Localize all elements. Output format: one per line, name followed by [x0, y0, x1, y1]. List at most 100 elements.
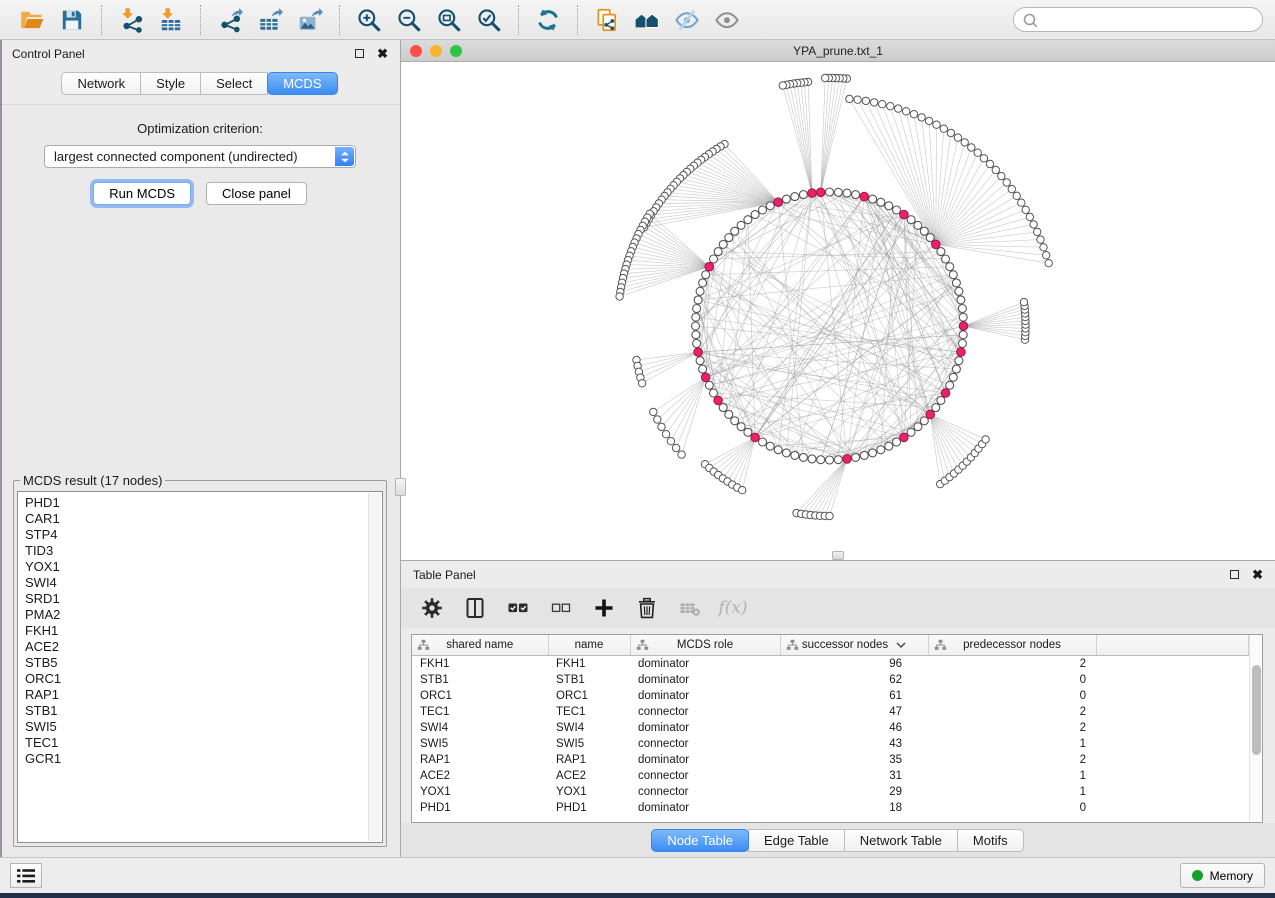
- minimize-window-icon[interactable]: [430, 45, 442, 57]
- search-box[interactable]: [1013, 7, 1263, 32]
- import-network-button[interactable]: [111, 3, 151, 37]
- cell[interactable]: dominator: [630, 656, 780, 673]
- column-header-successor-nodes[interactable]: successor nodes: [780, 635, 928, 656]
- mcds-result-item[interactable]: SWI5: [25, 719, 368, 735]
- mcds-result-item[interactable]: STB1: [25, 703, 368, 719]
- export-table-button[interactable]: [250, 3, 290, 37]
- mcds-result-item[interactable]: SWI4: [25, 575, 368, 591]
- cell[interactable]: 29: [780, 784, 928, 800]
- cell[interactable]: YOX1: [548, 784, 630, 800]
- cell[interactable]: TEC1: [412, 704, 548, 720]
- table-row[interactable]: STB1STB1dominator620: [412, 672, 1249, 688]
- refresh-button[interactable]: [528, 3, 568, 37]
- horizontal-splitter-handle[interactable]: [832, 551, 844, 560]
- cell[interactable]: dominator: [630, 720, 780, 736]
- column-header-predecessor-nodes[interactable]: predecessor nodes: [928, 635, 1096, 656]
- open-file-button[interactable]: [12, 3, 52, 37]
- neighborhood-houses-button[interactable]: [627, 3, 667, 37]
- cell[interactable]: SWI5: [412, 736, 548, 752]
- tab-edge-table[interactable]: Edge Table: [748, 829, 845, 852]
- mcds-result-item[interactable]: STB5: [25, 655, 368, 671]
- cell[interactable]: ORC1: [548, 688, 630, 704]
- zoom-in-button[interactable]: [349, 3, 389, 37]
- cell[interactable]: 62: [780, 672, 928, 688]
- column-header-shared-name[interactable]: shared name: [412, 635, 548, 656]
- maximize-window-icon[interactable]: [450, 45, 462, 57]
- vertical-splitter-handle[interactable]: [395, 478, 406, 496]
- network-graph[interactable]: [401, 62, 1275, 560]
- cell[interactable]: 0: [928, 800, 1096, 816]
- export-image-button[interactable]: [290, 3, 330, 37]
- cell[interactable]: dominator: [630, 688, 780, 704]
- mcds-result-item[interactable]: PHD1: [25, 495, 368, 511]
- duplicate-network-button[interactable]: [587, 3, 627, 37]
- list-menu-button[interactable]: [10, 863, 42, 888]
- network-canvas[interactable]: [401, 62, 1275, 560]
- run-mcds-button[interactable]: Run MCDS: [93, 182, 191, 205]
- import-table-button[interactable]: [151, 3, 191, 37]
- cell[interactable]: dominator: [630, 672, 780, 688]
- cell[interactable]: 18: [780, 800, 928, 816]
- cell[interactable]: 2: [928, 656, 1096, 673]
- cell[interactable]: connector: [630, 768, 780, 784]
- mcds-result-list[interactable]: PHD1CAR1STP4TID3YOX1SWI4SRD1PMA2FKH1ACE2…: [17, 491, 383, 843]
- cell[interactable]: dominator: [630, 800, 780, 816]
- cell[interactable]: 1: [928, 784, 1096, 800]
- cell[interactable]: SWI4: [412, 720, 548, 736]
- cell[interactable]: STB1: [412, 672, 548, 688]
- tab-network-table[interactable]: Network Table: [844, 829, 958, 852]
- mcds-result-item[interactable]: GCR1: [25, 751, 368, 767]
- mcds-result-item[interactable]: YOX1: [25, 559, 368, 575]
- result-scrollbar-track[interactable]: [368, 493, 381, 841]
- column-header-MCDS-role[interactable]: MCDS role: [630, 635, 780, 656]
- cell[interactable]: YOX1: [412, 784, 548, 800]
- tab-style[interactable]: Style: [140, 72, 201, 95]
- memory-button[interactable]: Memory: [1180, 863, 1265, 888]
- cell[interactable]: RAP1: [412, 752, 548, 768]
- show-eye-button[interactable]: [707, 3, 747, 37]
- cell[interactable]: 1: [928, 768, 1096, 784]
- cell[interactable]: 47: [780, 704, 928, 720]
- trash-button[interactable]: [634, 595, 660, 621]
- cell[interactable]: 1: [928, 736, 1096, 752]
- table-row[interactable]: FKH1FKH1dominator962: [412, 656, 1249, 673]
- cell[interactable]: SWI5: [548, 736, 630, 752]
- cell[interactable]: 35: [780, 752, 928, 768]
- tab-network[interactable]: Network: [61, 72, 141, 95]
- cell[interactable]: PHD1: [412, 800, 548, 816]
- cell[interactable]: dominator: [630, 752, 780, 768]
- zoom-fit-button[interactable]: [429, 3, 469, 37]
- table-row[interactable]: TEC1TEC1connector472: [412, 704, 1249, 720]
- select-all-button[interactable]: [505, 595, 531, 621]
- close-panel-icon[interactable]: ✖: [377, 47, 388, 60]
- tab-select[interactable]: Select: [200, 72, 268, 95]
- cell[interactable]: TEC1: [548, 704, 630, 720]
- tab-node-table[interactable]: Node Table: [651, 829, 749, 852]
- select-stepper-icon[interactable]: [335, 147, 354, 166]
- table-row[interactable]: ACE2ACE2connector311: [412, 768, 1249, 784]
- cell[interactable]: connector: [630, 784, 780, 800]
- mcds-result-item[interactable]: CAR1: [25, 511, 368, 527]
- cell[interactable]: ACE2: [548, 768, 630, 784]
- zoom-selected-button[interactable]: [469, 3, 509, 37]
- save-session-button[interactable]: [52, 3, 92, 37]
- cell[interactable]: connector: [630, 736, 780, 752]
- cell[interactable]: ORC1: [412, 688, 548, 704]
- mcds-result-item[interactable]: SRD1: [25, 591, 368, 607]
- cell[interactable]: 31: [780, 768, 928, 784]
- mcds-result-item[interactable]: TEC1: [25, 735, 368, 751]
- cell[interactable]: 96: [780, 656, 928, 673]
- mcds-result-item[interactable]: RAP1: [25, 687, 368, 703]
- float-panel-icon[interactable]: [355, 49, 364, 58]
- mcds-result-item[interactable]: FKH1: [25, 623, 368, 639]
- gear-button[interactable]: [419, 595, 445, 621]
- cell[interactable]: connector: [630, 704, 780, 720]
- cell[interactable]: 2: [928, 720, 1096, 736]
- cell[interactable]: 46: [780, 720, 928, 736]
- tab-motifs[interactable]: Motifs: [957, 829, 1024, 852]
- zoom-out-button[interactable]: [389, 3, 429, 37]
- close-window-icon[interactable]: [410, 45, 422, 57]
- cell[interactable]: ACE2: [412, 768, 548, 784]
- cell[interactable]: FKH1: [412, 656, 548, 673]
- cell[interactable]: 61: [780, 688, 928, 704]
